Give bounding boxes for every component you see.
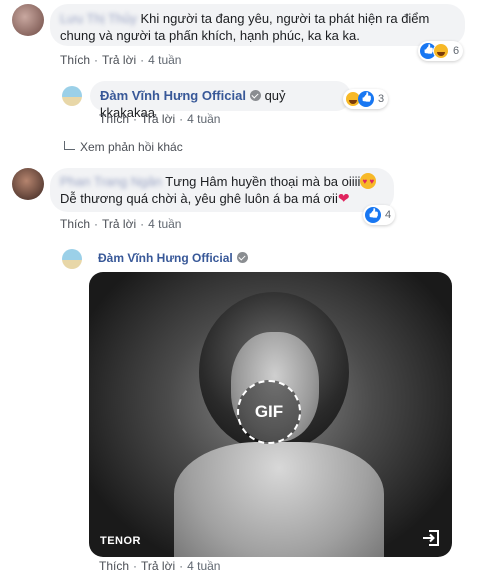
like-link[interactable]: Thích	[99, 112, 129, 126]
verified-badge-icon	[236, 252, 248, 263]
like-link[interactable]: Thích	[60, 53, 90, 67]
reply-link[interactable]: Trả lời	[141, 559, 175, 573]
comment-actions: Thích · Trả lời · 4 tuần	[60, 217, 182, 231]
like-reaction-icon	[358, 91, 374, 107]
reaction-summary[interactable]: 4	[363, 205, 396, 225]
like-reaction-icon	[365, 207, 381, 223]
comment-bubble: Phan Trang Ngân Tưng Hâm huyền thoại mà …	[50, 168, 394, 212]
reply-link[interactable]: Trả lời	[102, 53, 136, 67]
view-more-replies-label: Xem phản hồi khác	[80, 140, 183, 154]
timestamp[interactable]: 4 tuần	[187, 112, 220, 126]
comment-text-line1: Tưng Hâm huyền thoại mà ba oiiii	[165, 174, 361, 189]
avatar[interactable]	[12, 168, 44, 200]
reply-actions: Thích · Trả lời · 4 tuần	[99, 112, 221, 126]
reaction-count: 6	[453, 45, 460, 57]
reply-actions: Thích · Trả lời · 4 tuần	[99, 559, 221, 573]
comment-author[interactable]: Phan Trang Ngân	[60, 174, 162, 189]
reply-link[interactable]: Trả lời	[102, 217, 136, 231]
open-external-icon[interactable]	[422, 529, 440, 547]
avatar[interactable]	[62, 249, 82, 269]
timestamp[interactable]: 4 tuần	[148, 217, 181, 231]
haha-reaction-icon	[433, 43, 449, 59]
comment-text-line2: Dễ thương quá chời à, yêu ghê luôn á ba …	[60, 191, 338, 206]
reply-author[interactable]: Đàm Vĩnh Hưng Official	[98, 251, 233, 265]
avatar[interactable]	[62, 86, 82, 106]
reaction-summary[interactable]: 6	[418, 41, 464, 61]
avatar[interactable]	[12, 4, 44, 36]
gif-attachment[interactable]: GIF TENOR	[89, 272, 452, 557]
comment-actions: Thích · Trả lời · 4 tuần	[60, 53, 182, 67]
like-link[interactable]: Thích	[99, 559, 129, 573]
gif-play-button[interactable]: GIF	[237, 380, 301, 444]
timestamp[interactable]: 4 tuần	[187, 559, 220, 573]
reply-bubble: Đàm Vĩnh Hưng Official quỷ kkakakaa	[90, 81, 351, 120]
like-link[interactable]: Thích	[60, 217, 90, 231]
reaction-count: 3	[378, 93, 385, 105]
gif-provider-label: TENOR	[100, 535, 141, 547]
reply-header: Đàm Vĩnh Hưng Official	[98, 251, 248, 265]
heart-emoji-icon: ❤	[337, 190, 350, 206]
verified-badge-icon	[249, 90, 261, 101]
comment-bubble: Lưu Thị Thủy Khi người ta đang yêu, ngườ…	[50, 4, 465, 46]
reaction-count: 4	[385, 209, 392, 221]
view-more-replies[interactable]: Xem phản hồi khác	[64, 140, 183, 154]
reply-arrow-icon	[64, 141, 75, 150]
reply-link[interactable]: Trả lời	[141, 112, 175, 126]
gif-image-body	[174, 442, 384, 557]
gif-label: GIF	[254, 402, 284, 421]
timestamp[interactable]: 4 tuần	[148, 53, 181, 67]
comment-author[interactable]: Lưu Thị Thủy	[60, 11, 137, 26]
reaction-summary[interactable]: 3	[343, 89, 389, 109]
reply-author[interactable]: Đàm Vĩnh Hưng Official	[100, 88, 246, 103]
heart-eyes-emoji-icon	[360, 173, 377, 190]
